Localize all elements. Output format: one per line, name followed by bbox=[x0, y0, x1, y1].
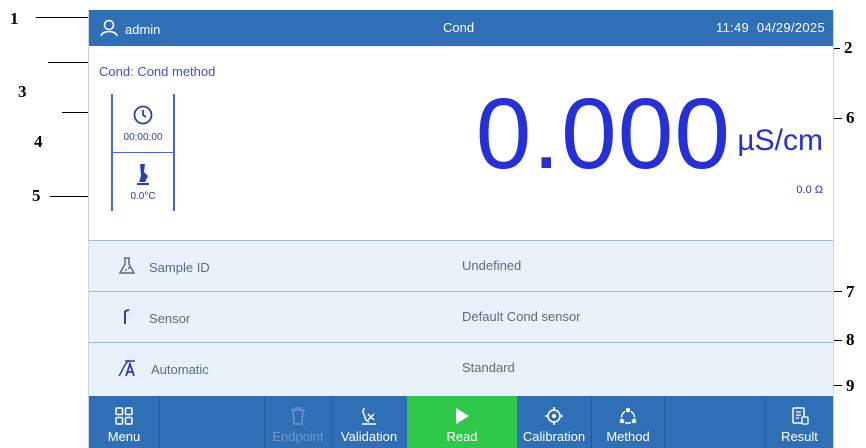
timer-value: 00:00:00 bbox=[123, 131, 163, 143]
callout-3: 3 bbox=[18, 82, 27, 101]
measurement-value: 0.000 bbox=[475, 78, 731, 190]
callout-9: 9 bbox=[846, 376, 855, 395]
trash-icon bbox=[289, 403, 307, 429]
flask-icon bbox=[117, 256, 137, 279]
grid-icon bbox=[114, 403, 134, 429]
empty-slot bbox=[665, 396, 765, 448]
calibration-icon bbox=[544, 403, 564, 429]
date: 04/29/2025 bbox=[756, 20, 825, 35]
temperature-value: 0.0°C bbox=[130, 191, 156, 202]
callout-2: 2 bbox=[844, 38, 853, 57]
sensor-icon bbox=[117, 307, 137, 330]
calibration-label: Calibration bbox=[522, 429, 586, 444]
validation-button[interactable]: Validation bbox=[332, 396, 406, 448]
automatic-label: Automatic bbox=[151, 362, 209, 377]
sensor-value: Default Cond sensor bbox=[462, 309, 581, 324]
row-sample-id[interactable]: Sample ID Undefined bbox=[89, 240, 833, 291]
sample-id-label: Sample ID bbox=[149, 260, 210, 275]
top-bar: admin Cond 11:49 04/29/2025 bbox=[89, 10, 833, 46]
row-automatic[interactable]: Automatic Standard bbox=[89, 342, 833, 396]
validation-icon bbox=[359, 403, 379, 429]
menu-label: Menu bbox=[107, 429, 141, 444]
callout-6: 6 bbox=[846, 108, 855, 127]
temperature-sensor-icon bbox=[133, 162, 153, 189]
user-indicator[interactable]: admin bbox=[99, 19, 160, 40]
measurement-unit: µS/cm bbox=[737, 124, 823, 157]
result-button[interactable]: Result bbox=[766, 396, 833, 448]
method-button[interactable]: Method bbox=[592, 396, 664, 448]
endpoint-label: Endpoint bbox=[272, 429, 324, 444]
device-screen: admin Cond 11:49 04/29/2025 Cond: Cond m… bbox=[88, 10, 834, 448]
row-label: Sample ID bbox=[117, 256, 210, 279]
resistance-value: 0.0 Ω bbox=[796, 184, 823, 196]
read-label: Read bbox=[446, 429, 478, 444]
calibration-button[interactable]: Calibration bbox=[517, 396, 591, 448]
auto-endpoint-icon bbox=[117, 358, 139, 381]
row-sensor[interactable]: Sensor Default Cond sensor bbox=[89, 291, 833, 342]
method-icon bbox=[618, 403, 638, 429]
callout-1: 1 bbox=[10, 9, 19, 28]
result-icon bbox=[790, 403, 810, 429]
method-label: Cond: Cond method bbox=[99, 64, 216, 79]
user-name: admin bbox=[125, 22, 161, 37]
leader-line-3 bbox=[48, 62, 92, 63]
endpoint-button[interactable]: Endpoint bbox=[265, 396, 331, 448]
callout-8: 8 bbox=[846, 330, 855, 349]
leader-line-1 bbox=[36, 17, 92, 18]
screen-title: Cond bbox=[443, 20, 475, 35]
play-icon bbox=[453, 403, 471, 429]
menu-button[interactable]: Menu bbox=[89, 396, 159, 448]
empty-slot bbox=[160, 396, 264, 448]
row-label: Automatic bbox=[117, 358, 209, 381]
row-label: Sensor bbox=[117, 307, 190, 330]
clock: 11:49 04/29/2025 bbox=[716, 20, 825, 35]
result-label: Result bbox=[781, 429, 818, 444]
time: 11:49 bbox=[716, 20, 750, 35]
clock-icon bbox=[132, 104, 154, 129]
callout-5: 5 bbox=[32, 186, 41, 205]
bottom-toolbar: Menu Endpoint Validation Read Calibratio… bbox=[89, 396, 833, 448]
callout-7: 7 bbox=[846, 282, 855, 301]
method-label: Method bbox=[606, 429, 650, 444]
automatic-value: Standard bbox=[462, 360, 515, 375]
validation-label: Validation bbox=[340, 429, 398, 444]
timer-box: 00:00:00 bbox=[113, 94, 173, 152]
read-button[interactable]: Read bbox=[407, 396, 517, 448]
sensor-label: Sensor bbox=[149, 311, 191, 326]
status-panel: 00:00:00 0.0°C bbox=[111, 94, 175, 211]
user-icon bbox=[99, 19, 119, 40]
sample-id-value: Undefined bbox=[462, 258, 522, 273]
callout-4: 4 bbox=[34, 132, 43, 151]
temperature-box: 0.0°C bbox=[113, 153, 173, 211]
